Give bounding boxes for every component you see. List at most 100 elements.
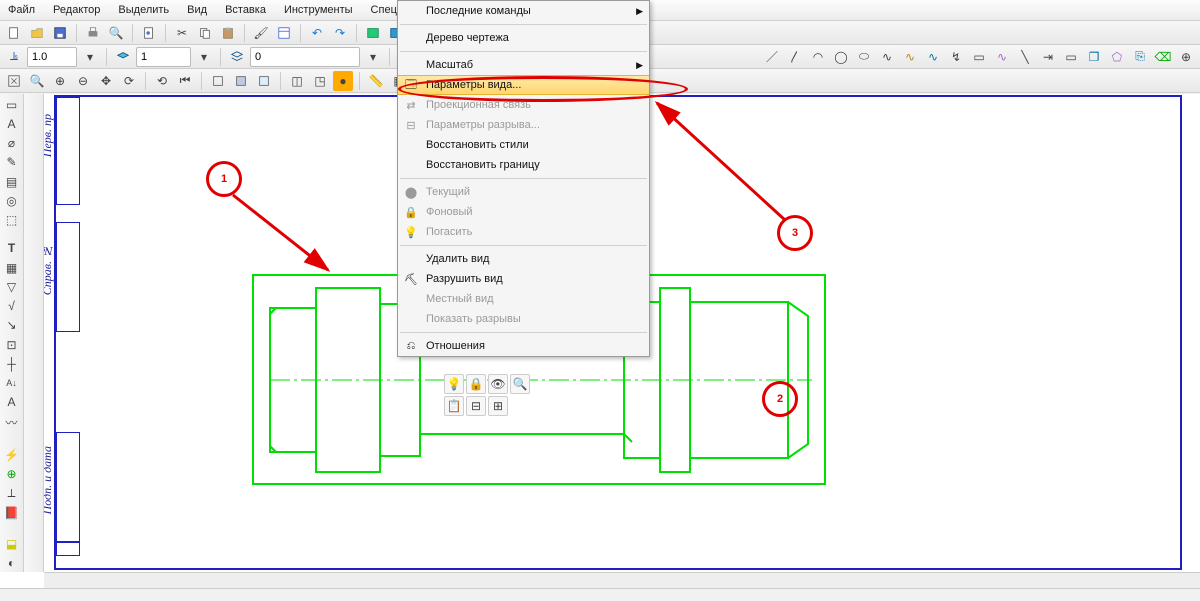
hint-eye-icon[interactable]: 👁	[488, 374, 508, 394]
copy-icon[interactable]	[195, 23, 215, 43]
hint-lock-icon[interactable]: 🔒	[466, 374, 486, 394]
open-icon[interactable]	[27, 23, 47, 43]
ctx-scale[interactable]: Масштаб▶	[398, 55, 649, 75]
ctx-restore-styles[interactable]: Восстановить стили	[398, 135, 649, 155]
redraw-icon[interactable]: ⟲	[152, 71, 172, 91]
ctx-destroy-view[interactable]: ⛏Разрушить вид	[398, 269, 649, 289]
prevview-icon[interactable]: ⏮	[175, 71, 195, 91]
print-icon[interactable]	[83, 23, 103, 43]
ctx-relations[interactable]: ⎌Отношения	[398, 336, 649, 356]
dimension-icon[interactable]: A	[2, 115, 22, 132]
contour-icon[interactable]: ▭	[969, 47, 989, 67]
doc-props-icon[interactable]	[139, 23, 159, 43]
paste-icon[interactable]	[218, 23, 238, 43]
shade-mode-icon[interactable]: ◐	[2, 555, 22, 572]
ctx-restore-border[interactable]: Восстановить границу	[398, 155, 649, 175]
library-icon[interactable]	[363, 23, 383, 43]
arc-icon[interactable]: ◠	[808, 47, 828, 67]
lightning-icon[interactable]: ⚡	[2, 446, 22, 463]
measure-icon[interactable]: ◎	[2, 192, 22, 209]
rect3d-icon[interactable]: ❐	[1084, 47, 1104, 67]
hint-break1-icon[interactable]: ⊟	[466, 396, 486, 416]
rect-icon[interactable]: ▭	[1061, 47, 1081, 67]
layers-icon[interactable]	[227, 47, 247, 67]
zero-field[interactable]: 0	[250, 47, 360, 67]
rough-icon[interactable]: √	[2, 297, 22, 314]
ellipse-icon[interactable]: ⬭	[854, 47, 874, 67]
copy-curve-icon[interactable]: ⎘	[1130, 47, 1150, 67]
axis-icon[interactable]: ┼	[2, 355, 22, 372]
target-icon[interactable]: ⊕	[2, 465, 22, 482]
select-icon[interactable]: ⬚	[2, 212, 22, 229]
spline-icon[interactable]: ∿	[877, 47, 897, 67]
hint-zoom-icon[interactable]: 🔍	[510, 374, 530, 394]
brush-icon[interactable]: 🖌	[251, 23, 271, 43]
break-icon[interactable]: ↯	[946, 47, 966, 67]
undo-icon[interactable]: ↶	[307, 23, 327, 43]
table-icon[interactable]: ▦	[2, 259, 22, 276]
menu-insert[interactable]: Вставка	[221, 2, 270, 18]
zoomwin-icon[interactable]: 🔍	[27, 71, 47, 91]
menu-view[interactable]: Вид	[183, 2, 211, 18]
rotate-icon[interactable]: ⟳	[119, 71, 139, 91]
spline2-icon[interactable]: ∿	[992, 47, 1012, 67]
ctx-delete-view[interactable]: Удалить вид	[398, 249, 649, 269]
param-icon[interactable]: ▤	[2, 173, 22, 190]
perspective-icon[interactable]: ◫	[287, 71, 307, 91]
menu-select[interactable]: Выделить	[114, 2, 173, 18]
geometry-icon[interactable]: ▭	[2, 96, 22, 113]
dropdown-more-icon[interactable]: ⊕	[1176, 47, 1196, 67]
hlr-icon[interactable]	[208, 71, 228, 91]
text-icon[interactable]: T	[2, 240, 22, 257]
hint-bulb-icon[interactable]: 💡	[444, 374, 464, 394]
leader-icon[interactable]: ↘	[2, 317, 22, 334]
pan-icon[interactable]: ✥	[96, 71, 116, 91]
props-icon[interactable]	[274, 23, 294, 43]
hint-props-icon[interactable]: 📋	[444, 396, 464, 416]
ruler-icon[interactable]: 📏	[366, 71, 386, 91]
zero-dropdown-icon[interactable]: ▾	[363, 47, 383, 67]
link-icon[interactable]: ⟂	[2, 485, 22, 502]
polyline-icon[interactable]: 〳	[785, 47, 805, 67]
scale-field[interactable]: 1.0	[27, 47, 77, 67]
new-icon[interactable]	[4, 23, 24, 43]
menu-file[interactable]: Файл	[4, 2, 39, 18]
layer-icon2[interactable]: ⬓	[2, 535, 22, 552]
menu-editor[interactable]: Редактор	[49, 2, 104, 18]
tan-line-icon[interactable]: ╲	[1015, 47, 1035, 67]
wave-icon[interactable]: 〰	[2, 413, 22, 432]
poly-icon[interactable]: ⬠	[1107, 47, 1127, 67]
symbols-icon[interactable]: ⌀	[2, 135, 22, 152]
arrow-icon[interactable]: A	[2, 394, 22, 411]
selmode-icon[interactable]: ●	[333, 71, 353, 91]
base-icon[interactable]: ▽	[2, 278, 22, 295]
fitall-icon[interactable]	[4, 71, 24, 91]
parallel-icon[interactable]: ⇥	[1038, 47, 1058, 67]
shade2-icon[interactable]	[254, 71, 274, 91]
book-icon[interactable]: 📕	[2, 504, 22, 521]
scale-dropdown-icon[interactable]: ▾	[80, 47, 100, 67]
snap-icon[interactable]: ⫡	[4, 47, 24, 67]
preview-icon[interactable]: 🔍	[106, 23, 126, 43]
eraser-icon[interactable]: ⌫	[1153, 47, 1173, 67]
ctx-tree[interactable]: Дерево чертежа	[398, 28, 649, 48]
edit-icon[interactable]: ✎	[2, 154, 22, 171]
shade-icon[interactable]	[231, 71, 251, 91]
tolerance-icon[interactable]: ⊡	[2, 336, 22, 353]
layer-dropdown-icon[interactable]: ▾	[194, 47, 214, 67]
orient-icon[interactable]: ◳	[310, 71, 330, 91]
cut-icon[interactable]: ✂	[172, 23, 192, 43]
layer-field[interactable]: 1	[136, 47, 191, 67]
redo-icon[interactable]: ↷	[330, 23, 350, 43]
hint-break2-icon[interactable]: ⊞	[488, 396, 508, 416]
horizontal-scrollbar[interactable]	[44, 572, 1200, 588]
hatch-label-icon[interactable]: A↓	[2, 375, 22, 392]
circle-icon[interactable]: ◯	[831, 47, 851, 67]
zoomout-icon[interactable]: ⊖	[73, 71, 93, 91]
zoomin-icon[interactable]: ⊕	[50, 71, 70, 91]
save-icon[interactable]	[50, 23, 70, 43]
bezier-icon[interactable]: ∿	[923, 47, 943, 67]
line-icon[interactable]: ／	[762, 47, 782, 67]
ctx-recent[interactable]: Последние команды▶	[398, 1, 649, 21]
nurbs-icon[interactable]: ∿	[900, 47, 920, 67]
